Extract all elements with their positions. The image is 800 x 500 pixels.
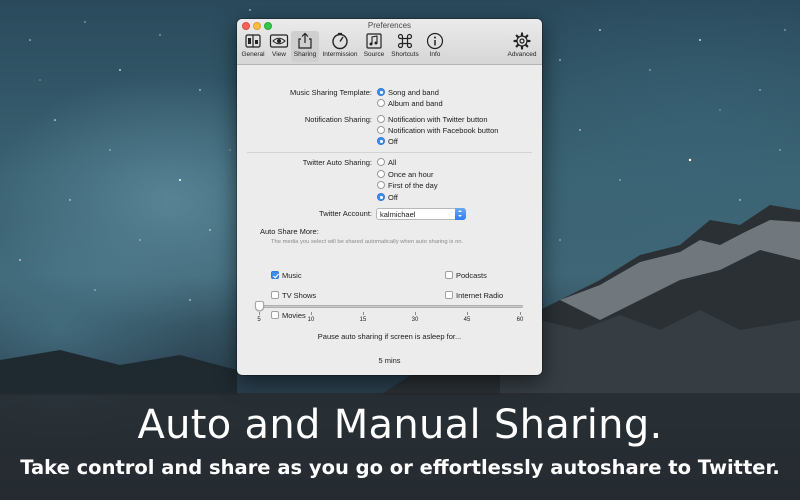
info-icon	[426, 32, 444, 50]
radio-song-and-band[interactable]	[377, 88, 385, 96]
radio-auto-first-of-day-label: First of the day	[388, 181, 438, 190]
tab-view[interactable]: View	[267, 31, 291, 62]
slider-tick-label: 15	[359, 317, 367, 323]
tab-sharing[interactable]: Sharing	[291, 31, 319, 62]
tab-intermission[interactable]: Intermission	[321, 31, 359, 62]
radio-auto-off-label: Off	[388, 193, 398, 202]
tab-source[interactable]: Source	[361, 31, 387, 62]
slider-tick	[259, 312, 260, 315]
radio-auto-off[interactable]	[377, 193, 385, 201]
checkbox-internet-radio[interactable]	[445, 291, 453, 299]
checkmark-icon	[273, 273, 280, 279]
tab-view-label: View	[272, 51, 286, 58]
general-icon	[245, 34, 261, 48]
slider-tick-label: 60	[516, 317, 524, 323]
radio-auto-all[interactable]	[377, 158, 385, 166]
pause-slider-track[interactable]	[259, 305, 523, 308]
preferences-window: Preferences General View Sharing Intermi…	[237, 19, 542, 375]
share-icon	[298, 32, 312, 49]
radio-notification-twitter-label: Notification with Twitter button	[388, 115, 488, 124]
slider-tick	[520, 312, 521, 315]
auto-share-more-title: Auto Share More:	[260, 227, 319, 236]
window-title: Preferences	[367, 21, 412, 30]
pause-sleep-label: Pause auto sharing if screen is asleep f…	[317, 332, 462, 341]
checkbox-podcasts[interactable]	[445, 271, 453, 279]
checkbox-music[interactable]	[271, 271, 280, 279]
checkbox-music-label: Music	[282, 271, 302, 280]
radio-notification-facebook[interactable]	[377, 126, 385, 134]
pause-slider-knob[interactable]	[255, 301, 264, 311]
slider-tick	[311, 312, 312, 315]
slider-tick-label: 30	[411, 317, 419, 323]
tab-info-label: Info	[429, 51, 441, 58]
checkbox-movies[interactable]	[271, 311, 279, 319]
timer-icon	[332, 32, 348, 50]
slider-tick	[363, 312, 364, 315]
tab-intermission-label: Intermission	[322, 51, 358, 58]
music-note-icon	[366, 33, 382, 49]
gear-icon	[513, 32, 531, 50]
tab-advanced-label: Advanced	[507, 51, 537, 58]
chevron-updown-icon	[455, 208, 466, 220]
command-key-icon	[397, 33, 413, 49]
radio-album-and-band[interactable]	[377, 99, 385, 107]
marketing-headline: Auto and Manual Sharing.	[137, 402, 663, 448]
slider-tick-label: 10	[307, 317, 315, 323]
section-divider	[247, 152, 532, 153]
radio-auto-all-label: All	[388, 158, 397, 167]
eye-icon	[269, 34, 289, 48]
radio-notification-off[interactable]	[377, 137, 385, 145]
radio-notification-twitter[interactable]	[377, 115, 385, 123]
slider-tick	[467, 312, 468, 315]
radio-album-and-band-label: Album and band	[388, 99, 443, 108]
tab-shortcuts[interactable]: Shortcuts	[388, 31, 422, 62]
auto-share-hint: The media you select will be shared auto…	[271, 239, 464, 245]
radio-auto-first-of-day[interactable]	[377, 181, 385, 189]
sharing-pane: Music Sharing Template: Song and band Al…	[237, 66, 542, 375]
music-template-label: Music Sharing Template:	[290, 88, 372, 97]
marketing-subline: Take control and share as you go or effo…	[20, 456, 780, 479]
checkbox-tv-shows-label: TV Shows	[282, 291, 317, 300]
tab-general-label: General	[241, 51, 265, 58]
tab-info[interactable]: Info	[424, 31, 446, 62]
twitter-account-value: kalmichael	[380, 210, 416, 219]
radio-auto-hourly-label: Once an hour	[388, 170, 434, 179]
window-titlebar: Preferences General View Sharing Intermi…	[237, 19, 542, 65]
tab-shortcuts-label: Shortcuts	[391, 51, 419, 58]
slider-tick-label: 5	[257, 317, 261, 323]
radio-song-and-band-label: Song and band	[388, 88, 439, 97]
twitter-account-label: Twitter Account:	[319, 209, 372, 218]
twitter-account-select[interactable]: kalmichael	[376, 208, 466, 220]
checkbox-internet-radio-label: Internet Radio	[456, 291, 504, 300]
twitter-auto-sharing-label: Twitter Auto Sharing:	[302, 158, 372, 167]
tab-general[interactable]: General	[240, 31, 266, 62]
pause-slider-value: 5 mins	[378, 356, 401, 365]
slider-tick-label: 45	[463, 317, 471, 323]
radio-notification-facebook-label: Notification with Facebook button	[388, 126, 499, 135]
notification-sharing-label: Notification Sharing:	[304, 115, 372, 124]
checkbox-podcasts-label: Podcasts	[456, 271, 487, 280]
radio-auto-hourly[interactable]	[377, 170, 385, 178]
checkbox-tv-shows[interactable]	[271, 291, 279, 299]
tab-source-label: Source	[363, 51, 385, 58]
slider-tick	[415, 312, 416, 315]
tab-advanced[interactable]: Advanced	[505, 31, 539, 62]
tab-sharing-label: Sharing	[293, 51, 317, 58]
radio-notification-off-label: Off	[388, 137, 398, 146]
